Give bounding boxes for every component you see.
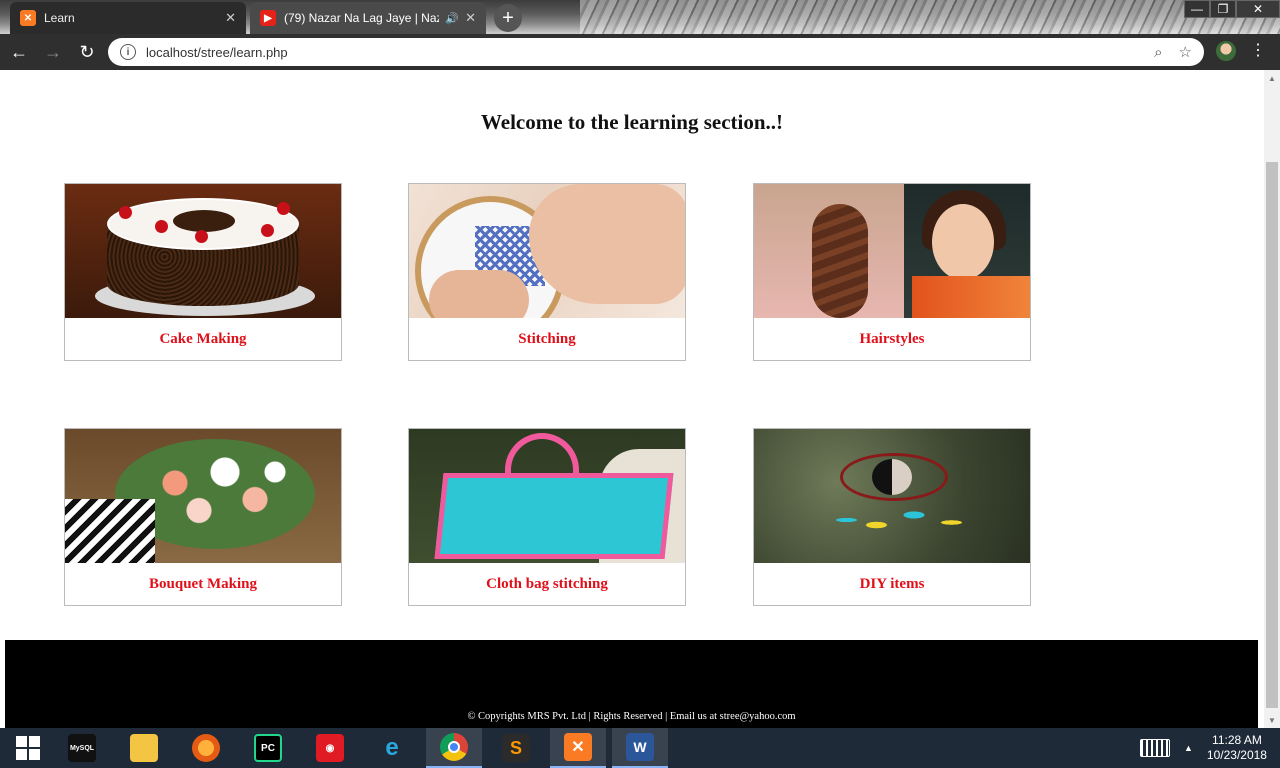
system-tray: ▲ 11:28 AM 10/23/2018: [1140, 728, 1267, 768]
card-label[interactable]: Stitching: [409, 318, 685, 360]
taskbar-mysql-console[interactable]: MySQL: [54, 728, 110, 768]
internet-explorer-icon: e: [385, 734, 399, 761]
page-title: Welcome to the learning section..!: [480, 110, 784, 134]
tab-learn[interactable]: ✕ Learn ✕: [10, 2, 246, 34]
taskbar-file-explorer[interactable]: [116, 728, 172, 768]
cake-image[interactable]: [65, 184, 341, 318]
new-tab-button[interactable]: +: [494, 4, 522, 32]
reload-button[interactable]: ↻: [72, 37, 102, 67]
clock[interactable]: 11:28 AM 10/23/2018: [1207, 733, 1267, 763]
zoom-icon[interactable]: ⌕: [1154, 44, 1162, 61]
speaker-icon[interactable]: 🔊: [445, 12, 459, 25]
smartlinks-icon: ◉: [316, 734, 344, 762]
taskbar-smartlinks[interactable]: ◉: [302, 728, 358, 768]
hairstyles-image[interactable]: [754, 184, 1030, 318]
pycharm-icon: PC: [254, 734, 282, 762]
profile-avatar[interactable]: [1216, 41, 1236, 61]
card-label[interactable]: Cloth bag stitching: [409, 563, 685, 605]
bookmark-star-icon[interactable]: ☆: [1179, 43, 1192, 61]
page-scrollbar[interactable]: ▲ ▼: [1264, 70, 1280, 728]
windows-logo-icon: [16, 736, 40, 760]
tab-youtube[interactable]: ▶ (79) Nazar Na Lag Jaye | Naz 🔊 ✕: [250, 2, 486, 34]
stitching-image[interactable]: [409, 184, 685, 318]
card-cloth-bag-stitching[interactable]: Cloth bag stitching: [408, 428, 686, 606]
diy-image[interactable]: [754, 429, 1030, 563]
browser-toolbar: ← → ↻ i localhost/stree/learn.php ⌕ ☆ ⋮: [0, 34, 1280, 70]
tab-close-icon[interactable]: ✕: [225, 10, 236, 26]
mysql-console-icon: MySQL: [68, 734, 96, 762]
taskbar-internet-explorer[interactable]: e: [364, 728, 420, 768]
info-icon[interactable]: i: [120, 44, 136, 60]
windows-taskbar: MySQL PC ◉ e S ✕ W ▲ 11:28 AM 10/23/2018: [0, 728, 1280, 768]
taskbar-xampp[interactable]: ✕: [550, 728, 606, 768]
address-bar[interactable]: i localhost/stree/learn.php ⌕ ☆: [108, 38, 1204, 66]
taskbar-sublime-text[interactable]: S: [488, 728, 544, 768]
bouquet-image[interactable]: [65, 429, 341, 563]
cloth-bag-image[interactable]: [409, 429, 685, 563]
card-cake-making[interactable]: Cake Making: [64, 183, 342, 361]
footer: © Copyrights MRS Pvt. Ltd | Rights Reser…: [5, 640, 1258, 728]
card-diy-items[interactable]: DIY items: [753, 428, 1031, 606]
youtube-favicon-icon: ▶: [260, 10, 276, 26]
url-text[interactable]: localhost/stree/learn.php: [146, 45, 1138, 60]
clock-time: 11:28 AM: [1212, 733, 1262, 747]
start-button[interactable]: [0, 728, 56, 768]
chrome-icon: [440, 733, 468, 761]
sublime-text-icon: S: [502, 734, 530, 762]
folder-icon: [130, 734, 158, 762]
tab-close-icon[interactable]: ✕: [465, 10, 476, 26]
card-label[interactable]: Hairstyles: [754, 318, 1030, 360]
scroll-up-icon[interactable]: ▲: [1264, 70, 1280, 86]
tab-title: (79) Nazar Na Lag Jaye | Naz: [284, 11, 440, 25]
menu-dots-icon[interactable]: ⋮: [1250, 41, 1266, 61]
card-hairstyles[interactable]: Hairstyles: [753, 183, 1031, 361]
tab-strip-background: [580, 0, 1280, 34]
firefox-icon: [192, 734, 220, 762]
tab-title: Learn: [44, 11, 75, 25]
card-bouquet-making[interactable]: Bouquet Making: [64, 428, 342, 606]
card-stitching[interactable]: Stitching: [408, 183, 686, 361]
maximize-button[interactable]: ❐: [1210, 0, 1236, 18]
xampp-favicon-icon: ✕: [20, 10, 36, 26]
xampp-icon: ✕: [564, 733, 592, 761]
taskbar-firefox[interactable]: [178, 728, 234, 768]
word-icon: W: [626, 733, 654, 761]
scroll-down-icon[interactable]: ▼: [1264, 712, 1280, 728]
minimize-button[interactable]: —: [1184, 0, 1210, 18]
taskbar-word[interactable]: W: [612, 728, 668, 768]
footer-copyright: © Copyrights MRS Pvt. Ltd | Rights Reser…: [467, 711, 796, 722]
scroll-thumb[interactable]: [1266, 162, 1278, 708]
back-button[interactable]: ←: [4, 37, 34, 67]
card-label[interactable]: DIY items: [754, 563, 1030, 605]
show-hidden-icons-icon[interactable]: ▲: [1184, 743, 1193, 753]
taskbar-chrome[interactable]: [426, 728, 482, 768]
clock-date: 10/23/2018: [1206, 748, 1267, 762]
touch-keyboard-icon[interactable]: [1140, 739, 1170, 757]
close-window-button[interactable]: ✕: [1236, 0, 1280, 18]
browser-tab-strip: ✕ Learn ✕ ▶ (79) Nazar Na Lag Jaye | Naz…: [0, 0, 1280, 34]
page-content: Welcome to the learning section..! Cake …: [0, 70, 1264, 728]
card-label[interactable]: Bouquet Making: [65, 563, 341, 605]
card-label[interactable]: Cake Making: [65, 318, 341, 360]
taskbar-pycharm[interactable]: PC: [240, 728, 296, 768]
forward-button[interactable]: →: [38, 37, 68, 67]
